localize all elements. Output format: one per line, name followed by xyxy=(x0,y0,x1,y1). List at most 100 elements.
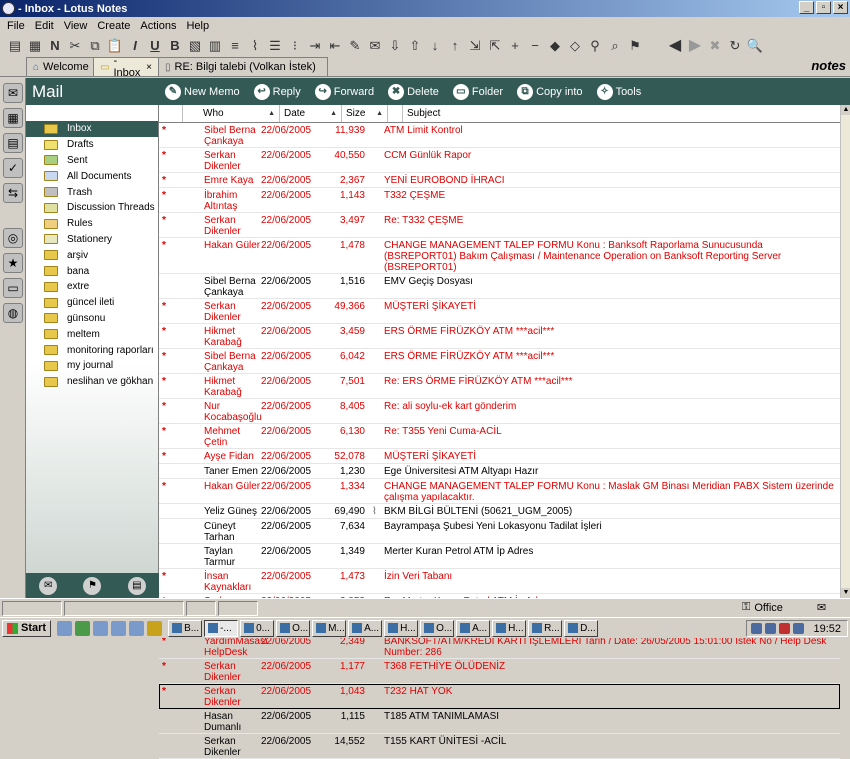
binoculars-icon[interactable]: ⌕ xyxy=(606,37,624,55)
menu-help[interactable]: Help xyxy=(181,20,214,32)
message-row[interactable]: Sibel Berna Çankaya 22/06/2005 1,516 EMV Ge… xyxy=(159,274,840,299)
forward-button[interactable]: ↪ Forward xyxy=(314,83,374,100)
taskbar-window-button[interactable]: B... xyxy=(168,619,203,637)
notes-quick-icon[interactable] xyxy=(147,620,163,636)
status-segment[interactable] xyxy=(64,600,184,616)
normal-text-icon[interactable]: N xyxy=(46,37,64,55)
indent-icon[interactable]: ⇥ xyxy=(306,37,324,55)
nav-item-arşiv[interactable]: arşiv xyxy=(26,247,158,263)
nav-item-all-documents[interactable]: All Documents xyxy=(26,168,158,184)
message-row[interactable]: * Emre Kaya 22/06/2005 2,367 YENİ EUROBOND İ… xyxy=(159,173,840,188)
menu-view[interactable]: View xyxy=(59,20,93,32)
nav-item-sent[interactable]: Sent xyxy=(26,153,158,169)
nav-item-inbox[interactable]: Inbox xyxy=(26,121,158,137)
message-row[interactable]: * İnsan Kaynakları 22/06/2005 1,473 İzin Ver… xyxy=(159,569,840,594)
next-unread-icon[interactable]: ◆ xyxy=(546,37,564,55)
calendar-bookmark-icon[interactable]: ▦ xyxy=(3,108,23,128)
tools-view-icon[interactable]: ▤ xyxy=(127,576,146,595)
expand-icon[interactable]: ⇲ xyxy=(466,37,484,55)
plus-icon[interactable]: + xyxy=(506,37,524,55)
message-row[interactable]: Taylan Tarmur 22/06/2005 1,349 Merter Kuran… xyxy=(159,544,840,569)
format-icon[interactable]: ▧ xyxy=(186,37,204,55)
message-row[interactable]: Cüneyt Tarhan 22/06/2005 7,634 Bayrampaşa Ş… xyxy=(159,519,840,544)
message-row[interactable]: Serkan Dikenler 22/06/2005 14,552 T155 KART… xyxy=(159,734,840,759)
vertical-scrollbar[interactable]: ▲ ▼ xyxy=(840,105,850,598)
menu-create[interactable]: Create xyxy=(92,20,135,32)
network-icon[interactable] xyxy=(751,623,763,634)
cut-icon[interactable]: ✂ xyxy=(66,37,84,55)
message-row[interactable]: * Serkan Dikenler 22/06/2005 1,177 T368 FETH… xyxy=(159,659,840,684)
edit-icon[interactable]: ✎ xyxy=(346,37,364,55)
taskbar-window-button[interactable]: O... xyxy=(420,619,455,637)
mail-view-icon[interactable]: ✉ xyxy=(39,576,58,595)
message-row[interactable]: * Mehmet Çetin 22/06/2005 6,130 Re: T355 Yen… xyxy=(159,424,840,449)
sort-down-icon[interactable]: ↓ xyxy=(426,37,444,55)
message-row[interactable]: * İbrahim Altıntaş 22/06/2005 1,143 T332 ÇEŞ… xyxy=(159,188,840,213)
replication-bookmark-icon[interactable]: ⇆ xyxy=(3,183,23,203)
tab-message[interactable]: ▯ RE: Bilgi talebi (Volkan İstek) xyxy=(158,57,328,76)
menu-actions[interactable]: Actions xyxy=(135,20,181,32)
tab-inbox[interactable]: ▭ - Inbox × xyxy=(93,55,159,79)
start-button[interactable]: Start xyxy=(2,619,52,637)
message-row[interactable]: * Sibel Berna Çankaya 22/06/2005 11,939 ATM … xyxy=(159,123,840,148)
nav-item-rules[interactable]: Rules xyxy=(26,216,158,232)
message-row[interactable]: Taner Emen 22/06/2005 1,230 Ege Üniversites… xyxy=(159,464,840,479)
taskbar-window-button[interactable]: A... xyxy=(348,619,383,637)
location-selector[interactable]: ⚿ Office ✉ xyxy=(742,601,826,614)
sort-arrow-icon[interactable]: ▲ xyxy=(376,110,383,117)
scroll-up-icon[interactable]: ▲ xyxy=(841,105,850,115)
nav-item-discussion-threads[interactable]: Discussion Threads xyxy=(26,200,158,216)
bold-icon[interactable]: B xyxy=(166,37,184,55)
volume-icon[interactable] xyxy=(765,623,777,634)
tab-close-icon[interactable]: × xyxy=(146,62,152,73)
todo-bookmark-icon[interactable]: ✓ xyxy=(3,158,23,178)
new-memo-button[interactable]: ✎ New Memo xyxy=(165,83,240,100)
bullet-list-icon[interactable]: ⁝ xyxy=(286,37,304,55)
message-row[interactable]: Yeliz Güneş 22/06/2005 69,490 ⌇ BKM BİLGİ BÜ… xyxy=(159,504,840,519)
message-row[interactable]: * Hakan Güler 22/06/2005 1,478 CHANGE MANAGE… xyxy=(159,238,840,274)
move-down-icon[interactable]: ⇩ xyxy=(386,37,404,55)
nav-item-neslihan-ve-gökhan[interactable]: neslihan ve gökhan xyxy=(26,374,158,390)
column-date[interactable]: Date ▲ xyxy=(280,105,342,122)
taskbar-window-button[interactable]: R... xyxy=(528,619,563,637)
copy-into-button[interactable]: ⧉ Copy into xyxy=(517,83,583,100)
messenger-icon[interactable] xyxy=(75,620,91,636)
move-up-icon[interactable]: ⇧ xyxy=(406,37,424,55)
nav-item-extre[interactable]: extre xyxy=(26,279,158,295)
nav-item-güncel-ileti[interactable]: güncel ileti xyxy=(26,295,158,311)
tools-button[interactable]: ✧ Tools xyxy=(596,83,641,100)
desktop-icon[interactable] xyxy=(57,620,73,636)
column-who[interactable]: Who ▲ xyxy=(183,105,280,122)
send-icon[interactable]: ✉ xyxy=(366,37,384,55)
addressbook-bookmark-icon[interactable]: ▤ xyxy=(3,133,23,153)
minimize-button[interactable]: _ xyxy=(799,1,814,14)
restore-button[interactable]: ▫ xyxy=(816,1,831,14)
flag-icon[interactable]: ⚑ xyxy=(626,37,644,55)
message-row[interactable]: * Serkan Dikenler 22/06/2005 3,497 Re: T332 … xyxy=(159,213,840,238)
table-icon[interactable]: ▥ xyxy=(206,37,224,55)
message-row[interactable]: * Serkan Dikenler 22/06/2005 49,366 MÜŞTERİ … xyxy=(159,299,840,324)
media-icon[interactable] xyxy=(129,620,145,636)
nav-item-my-journal[interactable]: my journal xyxy=(26,358,158,374)
ie-icon[interactable] xyxy=(111,620,127,636)
message-row[interactable]: Hasan Dumanlı 22/06/2005 1,115 T185 ATM TAN… xyxy=(159,709,840,734)
column-size[interactable]: Size ▲ xyxy=(342,105,388,122)
inbox-status-icon[interactable]: ✉ xyxy=(817,601,826,614)
refresh-icon[interactable]: ↻ xyxy=(726,37,744,55)
align-icon[interactable]: ≡ xyxy=(226,37,244,55)
outlook-icon[interactable] xyxy=(93,620,109,636)
message-row[interactable]: * Serkan Dikenler 22/06/2005 1,043 T232 HAT … xyxy=(159,684,840,709)
nav-item-bana[interactable]: bana xyxy=(26,263,158,279)
print-icon[interactable]: ▦ xyxy=(26,37,44,55)
favorites-bookmark-icon[interactable]: ★ xyxy=(3,253,23,273)
taskbar-window-button[interactable]: 0... xyxy=(240,619,275,637)
forward-nav-icon[interactable]: ▶ xyxy=(686,37,704,55)
reply-button[interactable]: ↩ Reply xyxy=(253,83,301,100)
nav-item-stationery[interactable]: Stationery xyxy=(26,232,158,248)
taskbar-window-button[interactable]: H... xyxy=(384,619,419,637)
prev-unread-icon[interactable]: ◇ xyxy=(566,37,584,55)
link-icon[interactable]: ⚲ xyxy=(586,37,604,55)
copy-icon[interactable]: ⧉ xyxy=(86,37,104,55)
paste-icon[interactable]: 📋 xyxy=(106,37,124,55)
tab-welcome[interactable]: ⌂ Welcome xyxy=(26,57,94,76)
